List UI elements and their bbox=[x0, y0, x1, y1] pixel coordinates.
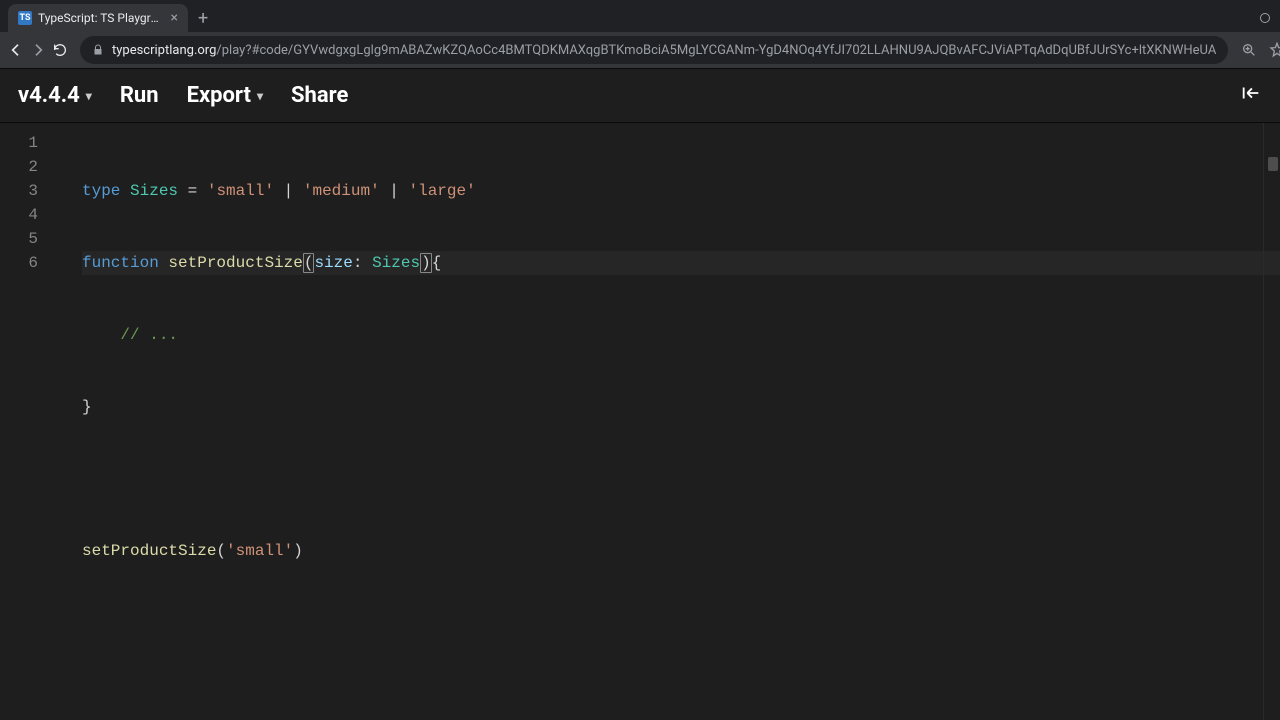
code-line[interactable]: type Sizes = 'small' | 'medium' | 'large… bbox=[82, 179, 1280, 203]
playground-menubar: v4.4.4 ▾ Run Export ▾ Share bbox=[0, 69, 1280, 123]
favicon-ts-icon: TS bbox=[18, 11, 32, 25]
code-line[interactable] bbox=[82, 467, 1280, 491]
playground-app: v4.4.4 ▾ Run Export ▾ Share 1 2 3 4 5 6 … bbox=[0, 68, 1280, 720]
line-number: 1 bbox=[0, 131, 56, 155]
version-label: v4.4.4 bbox=[18, 83, 80, 108]
browser-tab[interactable]: TS TypeScript: TS Playground - A × bbox=[8, 4, 188, 32]
reload-button[interactable] bbox=[52, 38, 68, 62]
zoom-icon[interactable] bbox=[1240, 41, 1258, 59]
code-line[interactable]: function setProductSize(size: Sizes){ bbox=[82, 251, 1280, 275]
code-area[interactable]: type Sizes = 'small' | 'medium' | 'large… bbox=[56, 123, 1280, 720]
scrollbar-thumb[interactable] bbox=[1268, 157, 1278, 171]
new-tab-button[interactable]: + bbox=[188, 4, 218, 32]
export-dropdown[interactable]: Export ▾ bbox=[187, 83, 263, 108]
line-number-gutter: 1 2 3 4 5 6 bbox=[0, 123, 56, 720]
export-label: Export bbox=[187, 83, 251, 108]
bookmark-icon[interactable] bbox=[1268, 41, 1280, 59]
code-line[interactable]: } bbox=[82, 395, 1280, 419]
line-number: 5 bbox=[0, 227, 56, 251]
code-line[interactable]: setProductSize('small') bbox=[82, 539, 1280, 563]
tab-title: TypeScript: TS Playground - A bbox=[38, 11, 165, 25]
toolbar-right: ◉ D ⋮ bbox=[1240, 41, 1280, 59]
line-number: 4 bbox=[0, 203, 56, 227]
url-text: typescriptlang.org/play?#code/GYVwdgxgLg… bbox=[112, 43, 1216, 58]
run-button[interactable]: Run bbox=[120, 83, 159, 108]
collapse-panel-icon[interactable] bbox=[1240, 82, 1262, 109]
tab-close-icon[interactable]: × bbox=[171, 10, 178, 26]
browser-toolbar: typescriptlang.org/play?#code/GYVwdgxgLg… bbox=[0, 32, 1280, 68]
share-button[interactable]: Share bbox=[291, 83, 348, 108]
line-number: 2 bbox=[0, 155, 56, 179]
back-button[interactable] bbox=[8, 38, 24, 62]
lock-icon bbox=[92, 44, 104, 56]
forward-button[interactable] bbox=[30, 38, 46, 62]
editor[interactable]: 1 2 3 4 5 6 type Sizes = 'small' | 'medi… bbox=[0, 123, 1280, 720]
address-bar[interactable]: typescriptlang.org/play?#code/GYVwdgxgLg… bbox=[80, 36, 1228, 64]
line-number: 3 bbox=[0, 179, 56, 203]
tab-strip: TS TypeScript: TS Playground - A × + bbox=[0, 0, 1280, 32]
chevron-down-icon: ▾ bbox=[86, 89, 92, 103]
version-dropdown[interactable]: v4.4.4 ▾ bbox=[18, 83, 92, 108]
tab-strip-right bbox=[1260, 4, 1280, 32]
vertical-scrollbar[interactable] bbox=[1264, 125, 1278, 720]
line-number: 6 bbox=[0, 251, 56, 275]
window-control-icon[interactable] bbox=[1260, 13, 1270, 23]
browser-chrome: TS TypeScript: TS Playground - A × + typ… bbox=[0, 0, 1280, 68]
chevron-down-icon: ▾ bbox=[257, 89, 263, 103]
code-line[interactable]: // ... bbox=[82, 323, 1280, 347]
